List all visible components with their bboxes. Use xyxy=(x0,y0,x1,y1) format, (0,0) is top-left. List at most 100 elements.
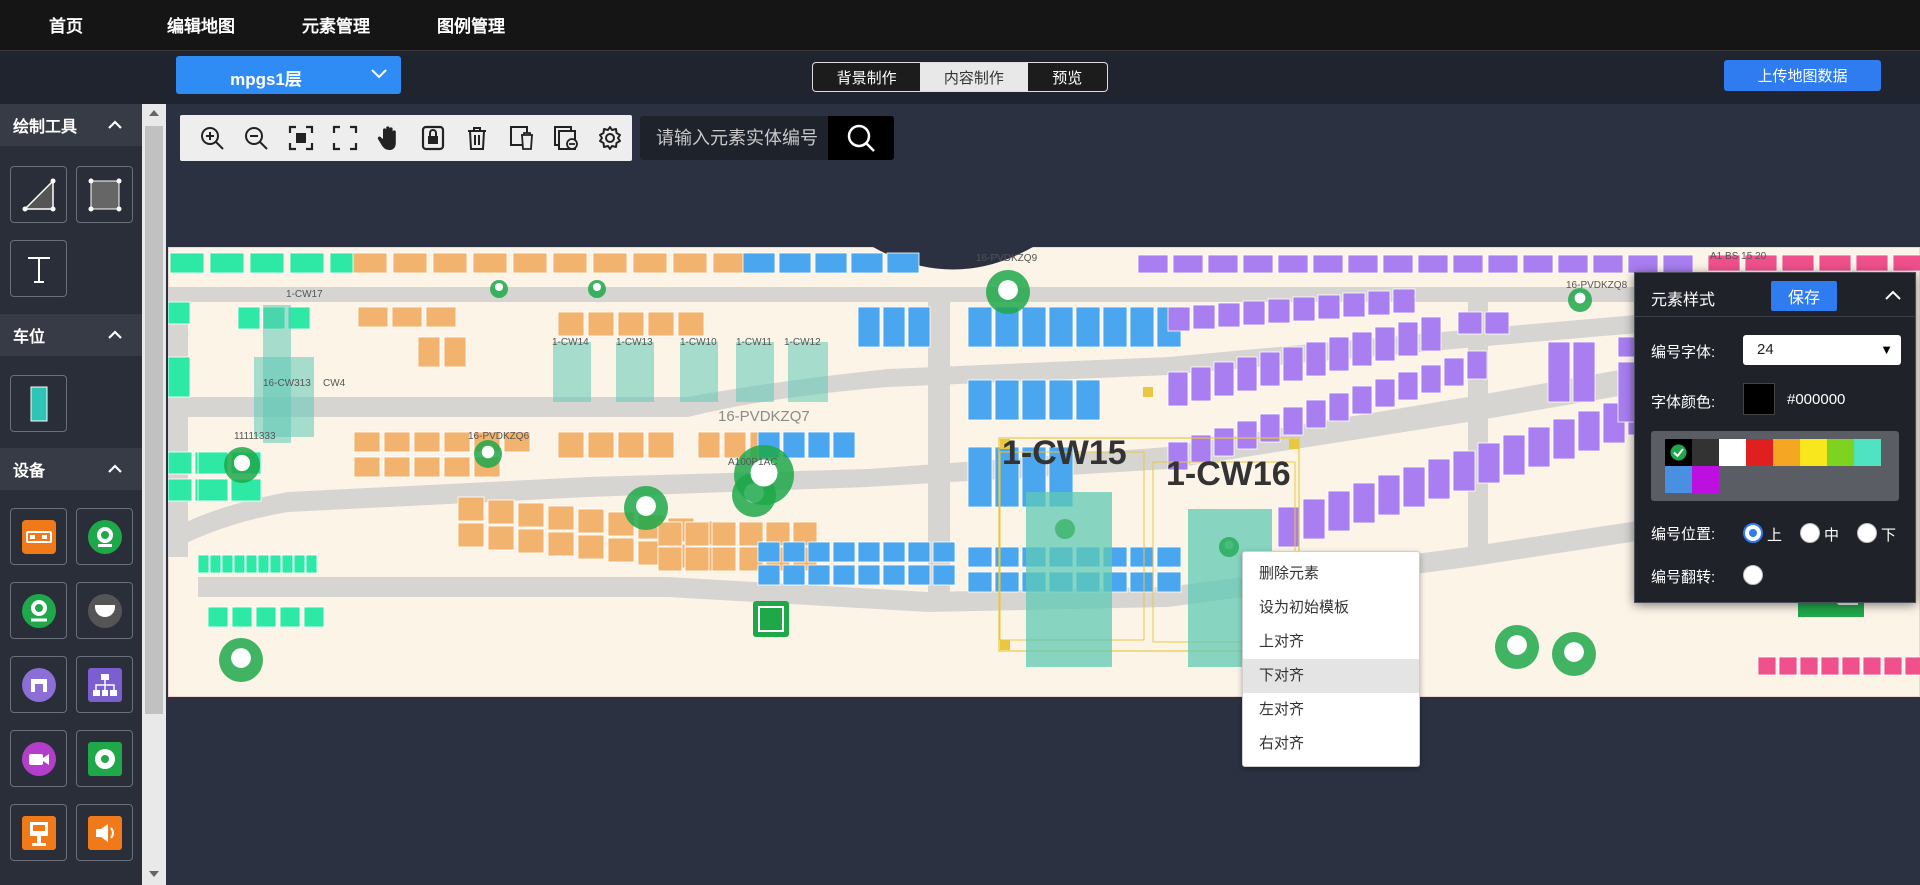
parking-stall[interactable] xyxy=(1862,656,1882,676)
section-draw-tools[interactable]: 绘制工具 xyxy=(0,104,142,146)
parking-stall[interactable] xyxy=(1420,364,1442,394)
draw-rectangle-tool[interactable] xyxy=(76,166,133,223)
parking-stall[interactable] xyxy=(857,564,881,586)
delete-all-button[interactable] xyxy=(499,115,543,161)
parking-stall[interactable] xyxy=(1167,306,1191,332)
tab-background-making[interactable]: 背景制作 xyxy=(813,63,921,91)
parking-stall[interactable] xyxy=(417,336,441,368)
parking-stall[interactable] xyxy=(1317,294,1341,320)
parking-stall[interactable] xyxy=(1048,379,1074,421)
parking-stall[interactable] xyxy=(1242,300,1266,326)
parking-stall[interactable] xyxy=(1267,298,1291,324)
parking-stall[interactable] xyxy=(711,546,737,572)
parking-stall[interactable] xyxy=(1129,546,1155,568)
parking-stall[interactable] xyxy=(432,252,468,274)
charging-zone[interactable] xyxy=(553,342,591,402)
parking-stall[interactable] xyxy=(1452,254,1484,274)
parking-stall[interactable] xyxy=(1557,254,1589,274)
parking-stall[interactable] xyxy=(287,306,311,330)
parking-stall[interactable] xyxy=(684,546,710,572)
device-bullet-camera-tool[interactable] xyxy=(76,730,133,787)
parking-stall[interactable] xyxy=(882,306,906,348)
color-swatch[interactable] xyxy=(1746,439,1773,466)
selection-handle[interactable] xyxy=(1143,387,1153,397)
parking-stall[interactable] xyxy=(807,431,831,459)
device-dome-camera-tool[interactable] xyxy=(76,582,133,639)
parking-stall[interactable] xyxy=(1552,418,1576,460)
parking-stall[interactable] xyxy=(742,252,776,274)
parking-stall[interactable] xyxy=(303,606,325,628)
charging-zone[interactable] xyxy=(616,342,654,402)
parking-stall[interactable] xyxy=(1627,254,1659,274)
parking-stall[interactable] xyxy=(1466,350,1488,380)
parking-stall[interactable] xyxy=(587,311,615,337)
selection-handle[interactable] xyxy=(1000,640,1010,650)
parking-stall[interactable] xyxy=(1883,656,1903,676)
parking-stall[interactable] xyxy=(1236,420,1258,450)
parking-stall[interactable] xyxy=(487,499,515,525)
parking-stall[interactable] xyxy=(1577,410,1601,452)
parking-stall[interactable] xyxy=(552,252,588,274)
parking-stall[interactable] xyxy=(255,606,277,628)
parking-stall[interactable] xyxy=(383,431,411,453)
parking-stall[interactable] xyxy=(209,252,245,274)
parking-stall[interactable] xyxy=(517,502,545,528)
parking-stall[interactable] xyxy=(967,546,993,568)
parking-stall[interactable] xyxy=(1048,306,1074,348)
parking-stall[interactable] xyxy=(1277,254,1309,274)
scroll-up-arrow-icon[interactable] xyxy=(149,110,159,116)
parking-stall[interactable] xyxy=(617,311,645,337)
parking-stall[interactable] xyxy=(1172,254,1204,274)
parking-stall[interactable] xyxy=(967,379,993,421)
parking-stall[interactable] xyxy=(1527,426,1551,468)
menu-item-align-right[interactable]: 右对齐 xyxy=(1243,727,1419,761)
parking-stall[interactable] xyxy=(832,431,856,459)
color-swatch[interactable] xyxy=(1692,466,1719,493)
nav-legend-management[interactable]: 图例管理 xyxy=(437,12,505,37)
parking-stall[interactable] xyxy=(592,252,628,274)
parking-stall[interactable] xyxy=(967,571,993,593)
parking-stall[interactable] xyxy=(1305,399,1327,429)
device-camera-green-tool[interactable] xyxy=(76,508,133,565)
color-swatch[interactable] xyxy=(1719,439,1746,466)
save-button[interactable]: 保存 xyxy=(1771,281,1837,311)
parking-stall[interactable] xyxy=(882,541,906,563)
scroll-down-arrow-icon[interactable] xyxy=(149,871,159,877)
parking-stall[interactable] xyxy=(1351,385,1373,415)
parking-stall[interactable] xyxy=(1522,254,1554,274)
parking-stall[interactable] xyxy=(711,521,737,547)
collapse-icon[interactable] xyxy=(1885,290,1901,300)
parking-stall[interactable] xyxy=(289,252,325,274)
section-device[interactable]: 设备 xyxy=(0,448,142,490)
parking-stall[interactable] xyxy=(1452,450,1476,492)
parking-stall[interactable] xyxy=(197,451,229,475)
parking-stall[interactable] xyxy=(1259,351,1281,387)
number-flip-toggle[interactable] xyxy=(1743,565,1763,585)
parking-stall[interactable] xyxy=(1236,356,1258,392)
parking-stall[interactable] xyxy=(684,521,710,547)
font-size-select[interactable]: 24 ▼ xyxy=(1743,335,1901,365)
position-middle-radio[interactable] xyxy=(1800,523,1820,543)
parking-stall[interactable] xyxy=(305,554,318,574)
parking-stall[interactable] xyxy=(850,252,884,274)
parking-stall[interactable] xyxy=(1282,406,1304,436)
parking-stall[interactable] xyxy=(587,431,615,459)
parking-stall[interactable] xyxy=(1302,498,1326,540)
parking-stall[interactable] xyxy=(1328,392,1350,422)
charging-zone[interactable] xyxy=(736,342,774,402)
parking-stall[interactable] xyxy=(221,554,234,574)
parking-stall[interactable] xyxy=(1282,346,1304,382)
parking-stall[interactable] xyxy=(1781,254,1815,272)
parking-stall[interactable] xyxy=(932,541,956,563)
parking-stall[interactable] xyxy=(547,531,575,557)
draw-polygon-tool[interactable] xyxy=(10,166,67,223)
parking-stall[interactable] xyxy=(1292,296,1316,322)
parking-stall[interactable] xyxy=(1417,254,1449,274)
menu-item-align-top[interactable]: 上对齐 xyxy=(1243,625,1419,659)
parking-stall[interactable] xyxy=(932,564,956,586)
parking-stall[interactable] xyxy=(1904,656,1920,676)
device-storefront-tool[interactable] xyxy=(10,656,67,713)
parking-stall[interactable] xyxy=(1156,546,1182,568)
parking-stall[interactable] xyxy=(857,306,881,348)
parking-stall[interactable] xyxy=(413,431,441,453)
